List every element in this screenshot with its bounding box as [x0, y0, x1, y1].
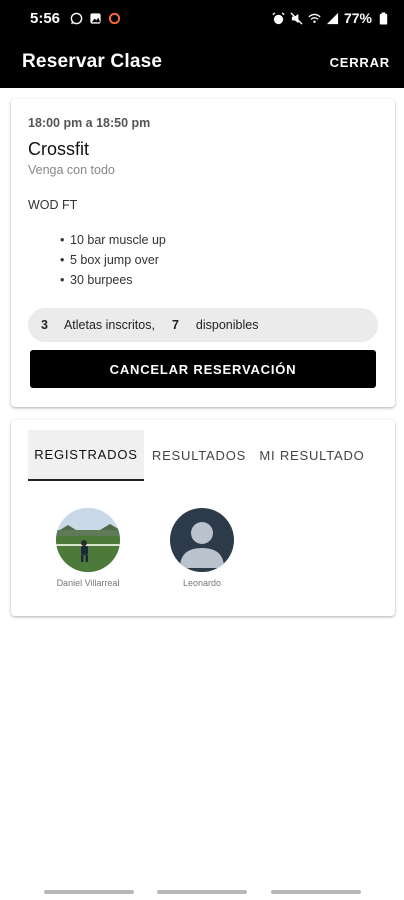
- tab-registrados[interactable]: REGISTRADOS: [28, 430, 144, 481]
- tab-bar: REGISTRADOS RESULTADOS MI RESULTADO: [28, 430, 370, 481]
- participant-name: Daniel Villarreal: [56, 578, 120, 588]
- status-bar-left: 5:56: [30, 10, 121, 27]
- class-details-card: 18:00 pm a 18:50 pm Crossfit Venga con t…: [11, 99, 395, 407]
- tab-mi-resultado[interactable]: MI RESULTADO: [254, 430, 370, 481]
- battery-percent: 77%: [343, 10, 372, 26]
- alarm-icon: [272, 11, 285, 24]
- whatsapp-icon: [70, 12, 83, 24]
- nav-recents[interactable]: [44, 890, 134, 894]
- wifi-icon: [308, 13, 321, 23]
- athletes-summary: 3 Atletas inscritos, 7 disponibles: [28, 308, 378, 342]
- class-time-range: 18:00 pm a 18:50 pm: [28, 116, 151, 130]
- enrolled-label: Atletas inscritos,: [63, 318, 155, 332]
- system-nav-bar: [0, 884, 404, 900]
- wod-item: 30 burpees: [60, 270, 166, 290]
- participant-item[interactable]: Daniel Villarreal: [38, 508, 138, 588]
- close-button[interactable]: CERRAR: [330, 55, 390, 70]
- battery-icon: [379, 11, 388, 25]
- cancel-reservation-button[interactable]: CANCELAR RESERVACIÓN: [30, 350, 376, 388]
- participants-card: REGISTRADOS RESULTADOS MI RESULTADO Dani…: [11, 420, 395, 616]
- avatar: [56, 508, 120, 572]
- wod-title: WOD FT: [28, 198, 78, 212]
- gallery-icon: [90, 12, 101, 24]
- class-subtitle: Venga con todo: [28, 163, 115, 177]
- wod-list: 10 bar muscle up 5 box jump over 30 burp…: [60, 230, 166, 290]
- nav-back[interactable]: [271, 890, 361, 894]
- wod-item: 10 bar muscle up: [60, 230, 166, 250]
- tab-resultados[interactable]: RESULTADOS: [144, 430, 254, 481]
- circle-icon: [108, 12, 121, 24]
- nav-home[interactable]: [157, 890, 247, 894]
- participant-name: Leonardo: [182, 578, 222, 588]
- status-time: 5:56: [30, 9, 61, 27]
- class-name: Crossfit: [28, 139, 90, 159]
- page-title: Reservar Clase: [22, 51, 163, 72]
- default-user-icon: [170, 508, 234, 572]
- available-label: disponibles: [195, 318, 259, 332]
- app-bar: Reservar Clase CERRAR: [0, 36, 404, 88]
- signal-icon: [326, 12, 339, 24]
- participant-item[interactable]: Leonardo: [152, 508, 252, 588]
- enrolled-count: 3: [41, 318, 48, 332]
- status-bar-right: 77%: [272, 10, 390, 26]
- mute-icon: [290, 11, 303, 25]
- status-bar: 5:56 77%: [0, 0, 404, 36]
- available-count: 7: [171, 318, 179, 332]
- wod-item: 5 box jump over: [60, 250, 166, 270]
